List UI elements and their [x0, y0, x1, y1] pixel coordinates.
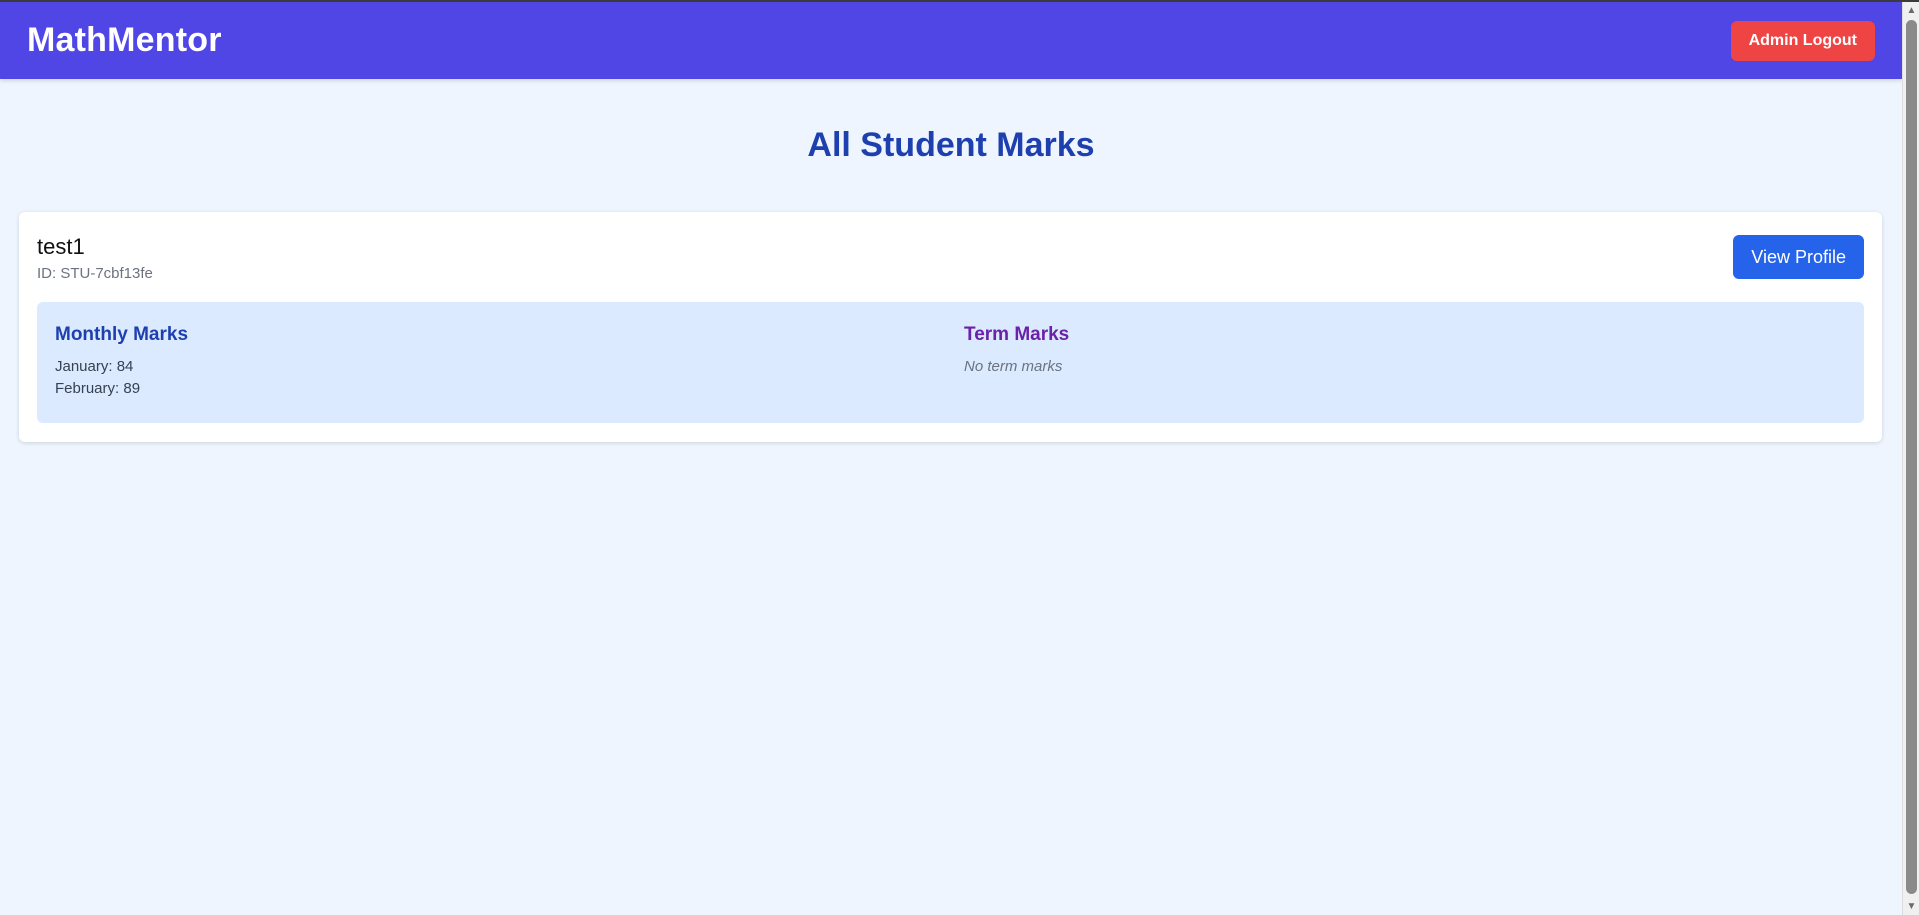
student-id: ID: STU-7cbf13fe [37, 265, 153, 282]
navbar: MathMentor Admin Logout [0, 2, 1902, 79]
no-term-marks-text: No term marks [964, 358, 1063, 375]
mark-item: January: 84 [55, 358, 134, 375]
brand-logo[interactable]: MathMentor [27, 21, 222, 60]
scroll-down-icon[interactable]: ▼ [1903, 898, 1919, 915]
student-card: test1 ID: STU-7cbf13fe View Profile Mont… [19, 212, 1882, 442]
scroll-up-icon[interactable]: ▲ [1903, 2, 1919, 19]
monthly-marks-section: Monthly Marks January: 84 February: 89 [55, 324, 188, 400]
marks-panel: Monthly Marks January: 84 February: 89 T… [37, 302, 1864, 423]
term-marks-heading: Term Marks [964, 324, 1070, 345]
admin-logout-button[interactable]: Admin Logout [1730, 20, 1875, 61]
view-profile-button[interactable]: View Profile [1733, 235, 1864, 279]
vertical-scrollbar[interactable]: ▲ ▼ [1902, 2, 1919, 915]
scroll-thumb[interactable] [1906, 20, 1917, 894]
term-marks-section: Term Marks No term marks [964, 324, 1069, 378]
app-window: MathMentor Admin Logout All Student Mark… [0, 0, 1919, 915]
monthly-marks-heading: Monthly Marks [55, 324, 189, 345]
student-name: test1 [37, 234, 85, 259]
mark-item: February: 89 [55, 380, 141, 397]
page-title: All Student Marks [807, 126, 1095, 164]
